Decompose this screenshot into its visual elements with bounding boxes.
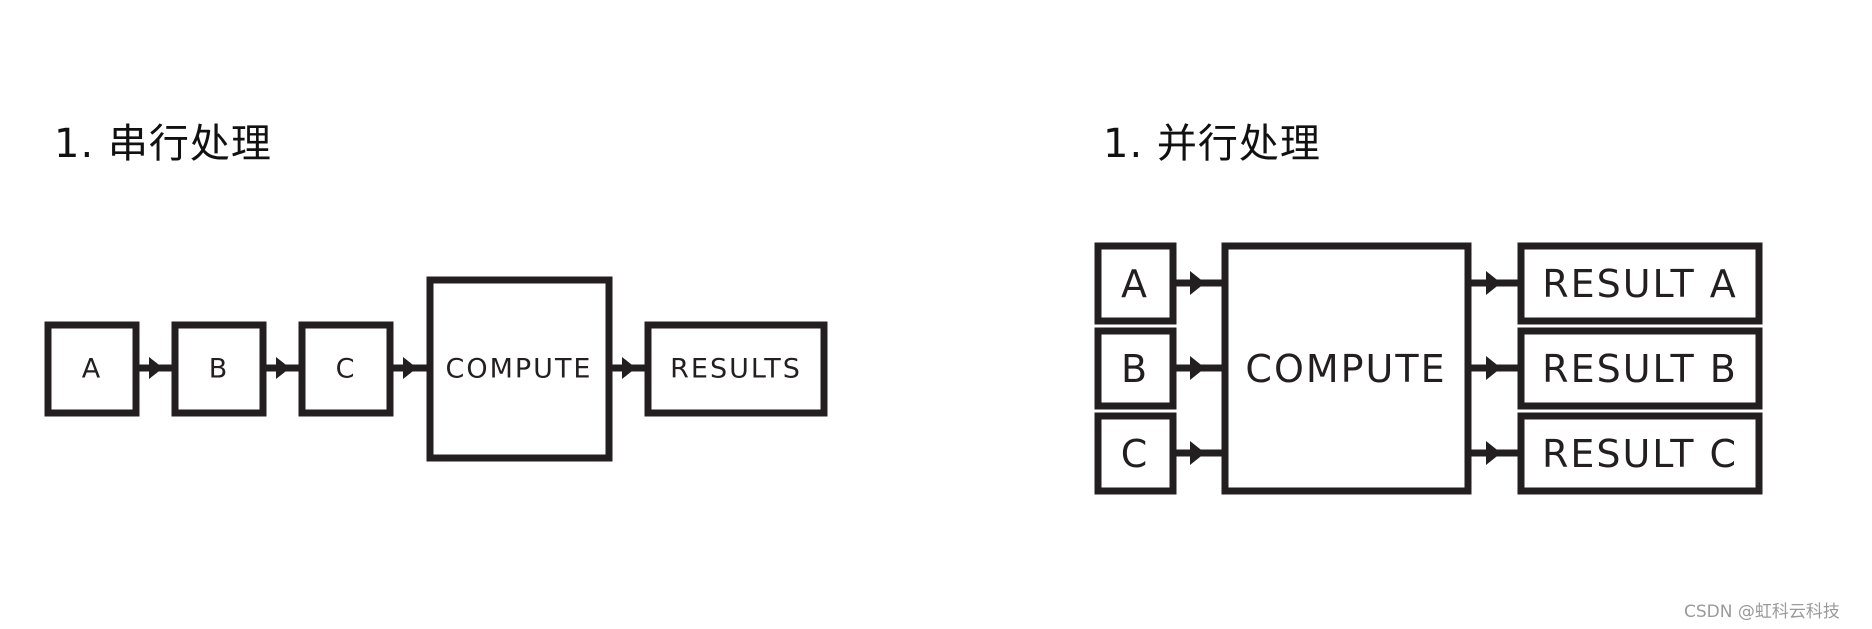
processing-diagram: A B C COMPUTE RESULTS A B C COMPUTE RESU… [44, 242, 1763, 495]
serial-results-label: RESULTS [670, 354, 802, 385]
arrowhead-icon [403, 357, 417, 379]
parallel-input-label-b: B [1121, 347, 1149, 391]
arrowhead-icon [622, 357, 636, 379]
arrowhead-icon [149, 357, 163, 379]
parallel-result-label-a: RESULT A [1542, 262, 1738, 306]
serial-diagram: A B C COMPUTE RESULTS [44, 276, 828, 462]
arrowhead-icon [276, 357, 290, 379]
arrowhead-icon [1190, 441, 1205, 465]
parallel-input-label-a: A [1121, 262, 1149, 306]
parallel-compute-label: COMPUTE [1245, 347, 1446, 391]
parallel-result-label-b: RESULT B [1542, 347, 1738, 391]
serial-input-label-c: C [336, 354, 357, 385]
watermark: CSDN @虹科云科技 [1684, 602, 1840, 622]
serial-compute-label: COMPUTE [446, 354, 593, 385]
arrowhead-icon [1486, 441, 1501, 465]
arrowhead-icon [1190, 356, 1205, 380]
arrowhead-icon [1190, 271, 1205, 295]
arrowhead-icon [1486, 271, 1501, 295]
arrowhead-icon [1486, 356, 1501, 380]
serial-input-label-b: B [209, 354, 230, 385]
parallel-result-label-c: RESULT C [1542, 432, 1738, 476]
serial-input-label-a: A [82, 354, 102, 385]
parallel-diagram: A B C COMPUTE RESULT A RESULT B RESULT C [1094, 242, 1763, 495]
parallel-input-label-c: C [1121, 432, 1150, 476]
